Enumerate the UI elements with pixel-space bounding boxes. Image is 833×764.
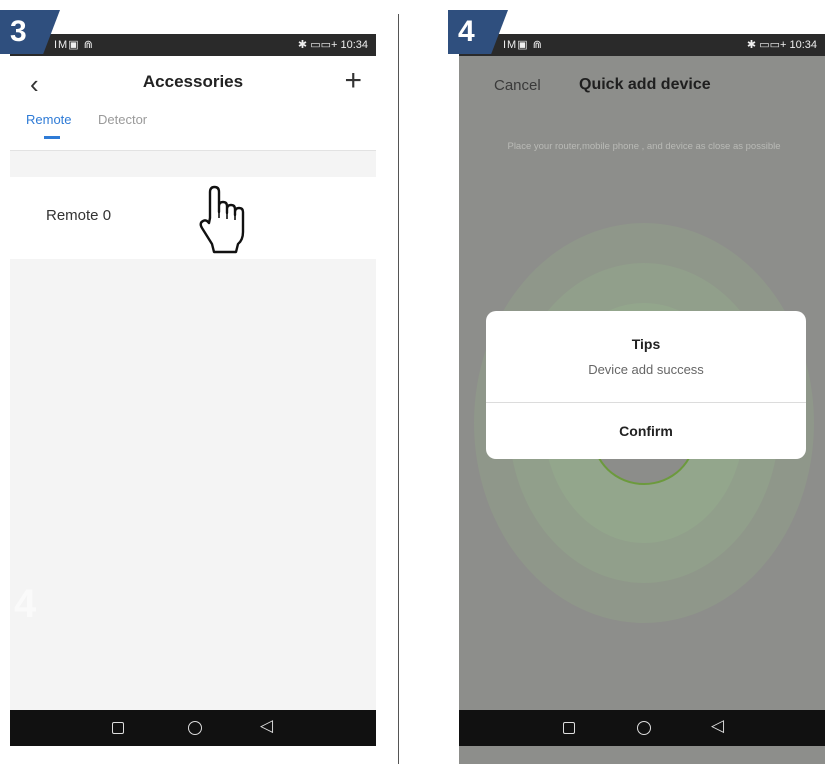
pointing-hand-cursor-icon [199,185,245,254]
quick-add-device-screen: IM▣ ⋒ ✱ ▭▭+ 10:34 Cancel Quick add devic… [459,34,825,764]
status-clock: ✱ ▭▭+ 10:34 [746,39,817,51]
plus-icon[interactable]: + [344,64,362,98]
accessories-screen: IM▣ ⋒ ✱ ▭▭+ 10:34 ‹ Accessories + Remote… [10,34,376,746]
status-icons-left: IM▣ ⋒ [503,39,543,51]
tab-bar: Remote Detector [10,106,376,151]
back-triangle-icon[interactable]: ◁ [711,716,724,736]
placement-hint: Place your router,mobile phone , and dev… [507,141,781,152]
list-spacer [10,151,376,177]
tips-dialog: Tips Device add success Confirm [486,311,806,459]
status-bar: IM▣ ⋒ ✱ ▭▭+ 10:34 [10,34,376,56]
android-nav-bar: ◁ [10,710,376,746]
status-clock: ✱ ▭▭+ 10:34 [297,39,368,51]
recents-icon[interactable] [112,722,124,734]
page-title: Quick add device [579,76,711,93]
android-nav-bar: ◁ [459,710,825,746]
home-icon[interactable] [188,721,202,735]
status-bar: IM▣ ⋒ ✱ ▭▭+ 10:34 [459,34,825,56]
tab-remote[interactable]: Remote [26,112,72,127]
list-item-label: Remote 0 [46,207,112,224]
recents-icon[interactable] [563,722,575,734]
tab-active-indicator [44,136,60,139]
confirm-button[interactable]: Confirm [486,403,806,459]
dialog-message: Device add success [588,362,704,377]
dialog-title: Tips [631,336,661,352]
cancel-button[interactable]: Cancel [494,77,541,94]
status-icons-left: IM▣ ⋒ [54,39,94,51]
tab-detector[interactable]: Detector [98,112,147,127]
app-header: ‹ Accessories + [10,56,376,106]
app-header: Cancel Quick add device [459,56,825,112]
home-icon[interactable] [637,721,651,735]
list-item-remote-0[interactable]: Remote 0 [10,177,376,259]
panel-divider [398,14,399,764]
faint-step-number: 4 [14,582,37,626]
back-triangle-icon[interactable]: ◁ [260,716,273,736]
page-title: Accessories [142,72,244,91]
